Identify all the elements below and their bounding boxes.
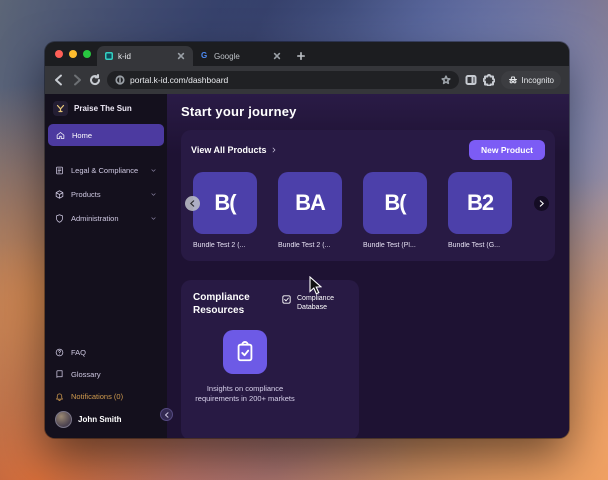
- close-tab-icon[interactable]: [273, 52, 281, 60]
- google-favicon: G: [201, 52, 209, 60]
- mouse-cursor: [308, 276, 322, 296]
- view-all-products-link[interactable]: View All Products: [191, 145, 278, 155]
- incognito-badge: Incognito: [501, 71, 561, 89]
- workspace-name: Praise The Sun: [74, 104, 132, 113]
- user-menu[interactable]: John Smith: [45, 407, 167, 438]
- sidebar-item-label: FAQ: [71, 348, 86, 357]
- tab-kid[interactable]: k-id: [97, 46, 193, 66]
- product-tile[interactable]: B(: [193, 172, 257, 234]
- clipboard-check-icon: [234, 341, 256, 363]
- new-product-button[interactable]: New Product: [469, 140, 545, 160]
- products-card: View All Products New Product B( Bundle …: [181, 130, 555, 261]
- compliance-description: Insights on compliance requirements in 2…: [193, 384, 297, 404]
- reload-icon[interactable]: [89, 74, 101, 86]
- product-card[interactable]: BA Bundle Test 2 (...: [278, 172, 342, 249]
- close-window-button[interactable]: [55, 50, 63, 58]
- product-card[interactable]: B( Bundle Test (Pl...: [363, 172, 427, 249]
- sidebar-item-legal-compliance[interactable]: Legal & Compliance: [45, 158, 167, 182]
- extensions-icon[interactable]: [483, 74, 495, 86]
- sidebar-item-label: Glossary: [71, 370, 101, 379]
- address-text: portal.k-id.com/dashboard: [130, 75, 436, 85]
- tab-label: k-id: [118, 52, 172, 61]
- sidebar-item-label: Products: [71, 190, 101, 199]
- bookmark-star-icon[interactable]: [441, 75, 451, 85]
- compliance-database-tile[interactable]: [223, 330, 267, 374]
- compliance-card-header: Compliance Resources Compliance Database: [193, 292, 347, 317]
- checkbox-check-icon: [281, 294, 292, 305]
- administration-icon: [55, 214, 64, 223]
- workspace-switcher[interactable]: Praise The Sun: [45, 94, 167, 122]
- chevron-down-icon: [150, 167, 157, 174]
- products-card-header: View All Products New Product: [191, 140, 545, 160]
- browser-tab-strip: k-id G Google: [45, 42, 569, 66]
- glossary-icon: [55, 370, 64, 379]
- home-icon: [56, 131, 65, 140]
- sidebar-collapse-button[interactable]: [160, 408, 173, 421]
- product-card[interactable]: B( Bundle Test 2 (...: [193, 172, 257, 249]
- chevron-right-icon: [270, 146, 278, 154]
- view-all-products-label: View All Products: [191, 145, 267, 155]
- window-controls: [51, 42, 97, 66]
- desktop-wallpaper: k-id G Google: [0, 0, 608, 480]
- sidebar: Praise The Sun Home Legal & Compliance: [45, 94, 167, 438]
- sidebar-item-label: Home: [72, 131, 92, 140]
- product-tile[interactable]: B(: [363, 172, 427, 234]
- side-panel-icon[interactable]: [465, 74, 477, 86]
- sidebar-item-notifications[interactable]: Notifications (0): [45, 385, 167, 407]
- product-tile[interactable]: B2: [448, 172, 512, 234]
- chevron-down-icon: [150, 215, 157, 222]
- main-content: Start your journey View All Products New…: [167, 94, 569, 438]
- minimize-window-button[interactable]: [69, 50, 77, 58]
- chevron-down-icon: [150, 191, 157, 198]
- compliance-title: Compliance Resources: [193, 292, 267, 317]
- app-content: Praise The Sun Home Legal & Compliance: [45, 94, 569, 438]
- faq-icon: [55, 348, 64, 357]
- sidebar-item-label: Legal & Compliance: [71, 166, 138, 175]
- sidebar-item-label: Administration: [71, 214, 119, 223]
- kid-favicon: [105, 52, 113, 60]
- legal-compliance-icon: [55, 166, 64, 175]
- browser-toolbar: portal.k-id.com/dashboard Incognito: [45, 66, 569, 94]
- product-label: Bundle Test (G...: [448, 242, 512, 249]
- page-title: Start your journey: [181, 104, 555, 119]
- carousel-prev-button[interactable]: [185, 196, 200, 211]
- product-label: Bundle Test (Pl...: [363, 242, 427, 249]
- product-card[interactable]: B2 Bundle Test (G...: [448, 172, 512, 249]
- browser-window: k-id G Google: [45, 42, 569, 438]
- sidebar-nav-group: Legal & Compliance Products: [45, 158, 167, 230]
- user-name: John Smith: [78, 415, 122, 424]
- product-label: Bundle Test 2 (...: [278, 242, 342, 249]
- forward-icon[interactable]: [71, 74, 83, 86]
- workspace-logo-icon: [53, 101, 68, 116]
- compliance-card-body: Insights on compliance requirements in 2…: [193, 330, 297, 404]
- products-carousel: B( Bundle Test 2 (... BA Bundle Test 2 (…: [191, 172, 545, 249]
- sidebar-item-products[interactable]: Products: [45, 182, 167, 206]
- back-icon[interactable]: [53, 74, 65, 86]
- site-info-icon[interactable]: [115, 75, 125, 85]
- sidebar-item-faq[interactable]: FAQ: [45, 341, 167, 363]
- tab-label: Compliance Database: [297, 294, 341, 312]
- carousel-next-button[interactable]: [534, 196, 549, 211]
- address-bar[interactable]: portal.k-id.com/dashboard: [107, 71, 459, 89]
- products-icon: [55, 190, 64, 199]
- compliance-resources-card: Compliance Resources Compliance Database: [181, 280, 359, 438]
- sidebar-spacer: [45, 230, 167, 341]
- sidebar-item-home[interactable]: Home: [48, 124, 164, 146]
- incognito-label: Incognito: [522, 76, 554, 85]
- sidebar-item-administration[interactable]: Administration: [45, 206, 167, 230]
- zoom-window-button[interactable]: [83, 50, 91, 58]
- new-tab-button[interactable]: [293, 48, 309, 64]
- sidebar-item-label: Notifications (0): [71, 392, 123, 401]
- bell-icon: [55, 392, 64, 401]
- sidebar-item-glossary[interactable]: Glossary: [45, 363, 167, 385]
- product-label: Bundle Test 2 (...: [193, 242, 257, 249]
- incognito-icon: [508, 75, 518, 85]
- product-tile[interactable]: BA: [278, 172, 342, 234]
- tab-label: Google: [214, 52, 268, 61]
- avatar: [55, 411, 72, 428]
- close-tab-icon[interactable]: [177, 52, 185, 60]
- tab-google[interactable]: G Google: [193, 46, 289, 66]
